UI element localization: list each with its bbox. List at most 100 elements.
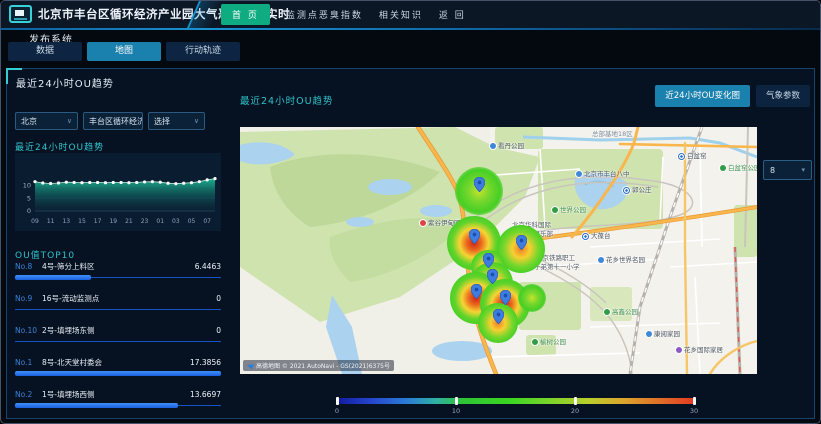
publish-tab-0[interactable]: 数据 [8,42,82,61]
map-label: 郭公庄 [623,187,652,194]
top10-name: 8号-北天堂村委会 [42,357,102,368]
top10-row: No.916号-流动监测点 0 [15,293,221,313]
poi-icon [576,171,582,177]
svg-text:05: 05 [188,218,196,225]
map-label-text: 子弟第十一小学 [534,264,580,271]
map-pin-icon[interactable] [469,229,480,244]
map-pin-icon[interactable] [471,284,482,299]
top10-row: No.102号-填埋场东侧0 [15,325,221,345]
poi-icon [598,257,604,263]
map-pin-icon[interactable] [483,253,494,268]
map-pin-icon[interactable] [500,290,511,305]
publish-tab-1[interactable]: 地图 [87,42,161,61]
filter-select-1[interactable]: 丰台区循环经济产∨ [83,112,143,130]
top10-row-head: No.21号-填埋场西侧13.6697 [15,389,221,400]
map-label: 高鑫公园 [604,309,638,316]
top10-bar [15,371,221,377]
top10-value: 0 [216,326,221,335]
top10-bar [15,403,221,409]
top10-value: 6.4463 [195,262,221,271]
svg-text:5: 5 [27,194,31,202]
top10-row-head: No.84号-筛分上料区6.4463 [15,261,221,272]
poi-icon [646,331,652,337]
top10-rank: No.9 [15,294,42,303]
map-label-text: 白盆窑公园 [728,165,757,172]
scale-tick-marker [455,397,458,405]
map-label-text: 郭公庄 [632,187,652,194]
map-pin-icon[interactable] [487,269,498,284]
scale-tick-label: 10 [452,407,460,415]
publish-tab-2[interactable]: 行动轨迹 [166,42,240,61]
map-canvas[interactable]: 总部基地18区看丹公园白盆窑北京市丰台八中郭公庄白盆窑公园世界公园紫谷伊甸园大葆… [240,127,757,374]
map-label-text: 榆树公园 [540,339,566,346]
svg-text:23: 23 [141,218,149,225]
map-pin-icon[interactable] [516,235,527,250]
trend-chart-title: 最近24小时OU趋势 [15,140,104,153]
top10-row: No.21号-填埋场西侧13.6697 [15,389,221,409]
map-label: 世界公园 [552,207,586,214]
metro-station-icon [623,187,630,194]
map-pin-icon[interactable] [474,177,485,192]
map-label-text: 高鑫公园 [612,309,638,316]
top10-name: 16号-流动监测点 [42,293,99,304]
poi-icon [420,220,426,226]
filter-select-value: 丰台区循环经济产 [89,116,143,127]
scale-tick-marker [574,397,577,405]
chevron-down-icon: ▾ [801,166,805,174]
map-button-group: 近24小时OU变化图气象参数 [655,85,810,107]
top10-row-head: No.102号-填埋场东侧0 [15,325,221,336]
nav-item-2[interactable]: 相关知识 [379,8,423,21]
scale-tick-marker [336,397,339,405]
map-label: 榆树公园 [532,339,566,346]
map-pin-icon[interactable] [493,309,504,324]
map-label-text: 花乡国际家居 [684,347,723,354]
svg-text:0: 0 [27,207,31,215]
nav-item-3[interactable]: 返 回 [439,8,466,21]
top10-name: 1号-填埋场西侧 [42,389,94,400]
top10-value: 0 [216,294,221,303]
nav-item-1[interactable]: 监测点恶臭指数 [286,8,363,21]
nav-item-0[interactable]: 首 页 [221,4,270,25]
top10-bar-fill [15,371,221,376]
heat-scale-legend: 0102030 [337,398,695,404]
map-attribution: 高德地图 © 2021 AutoNavi - GS(2021)6375号 [243,360,394,371]
poi-icon [604,309,610,315]
filter-select-0[interactable]: 北京∨ [15,112,78,130]
top10-rank: No.10 [15,326,42,335]
top10-bar [15,275,221,281]
top10-rank: No.1 [15,358,42,367]
map-label-text: 花乡世界名园 [606,257,645,264]
map-label: 花乡国际家居 [676,347,723,354]
top10-bar-fill [15,275,91,280]
top10-value: 17.3856 [190,358,221,367]
top10-row: No.84号-筛分上料区6.4463 [15,261,221,281]
top10-bar-track [15,341,221,342]
scale-tick-label: 20 [571,407,579,415]
panel-title: 最近24小时OU趋势 [16,75,114,90]
map-label-text: 看丹公园 [498,143,524,150]
map-label-text: 世界公园 [560,207,586,214]
svg-text:17: 17 [94,218,102,225]
chevron-down-icon: ∨ [67,117,72,125]
header-bar: 北京市丰台区循环经济产业园大气恶臭状况实时 首 页监测点恶臭指数相关知识返 回 [1,1,821,28]
hour-select[interactable]: 8 ▾ [763,160,812,180]
top10-row-head: No.18号-北天堂村委会 17.3856 [15,357,221,368]
svg-text:21: 21 [125,218,133,225]
map-attribution-text: 高德地图 © 2021 AutoNavi - GS(2021)6375号 [256,361,390,370]
metro-station-icon [582,233,589,240]
map-button-1[interactable]: 气象参数 [756,85,810,107]
map-label: 白盆窑公园 [720,165,757,172]
map-button-0[interactable]: 近24小时OU变化图 [655,85,750,107]
map-label: 康阅家园 [646,331,680,338]
svg-text:19: 19 [109,218,117,225]
svg-text:01: 01 [156,218,164,225]
map-label: 大葆台 [582,233,611,240]
filter-select-2[interactable]: 选择∨ [148,112,205,130]
poi-icon [720,165,726,171]
svg-text:13: 13 [62,218,70,225]
map-label-text: 白盆窑 [687,153,707,160]
app-window: 北京市丰台区循环经济产业园大气恶臭状况实时 首 页监测点恶臭指数相关知识返 回 … [0,0,821,424]
poi-icon [676,347,682,353]
top10-rank: No.8 [15,262,42,271]
map-section-title: 最近24小时OU趋势 [240,93,334,107]
